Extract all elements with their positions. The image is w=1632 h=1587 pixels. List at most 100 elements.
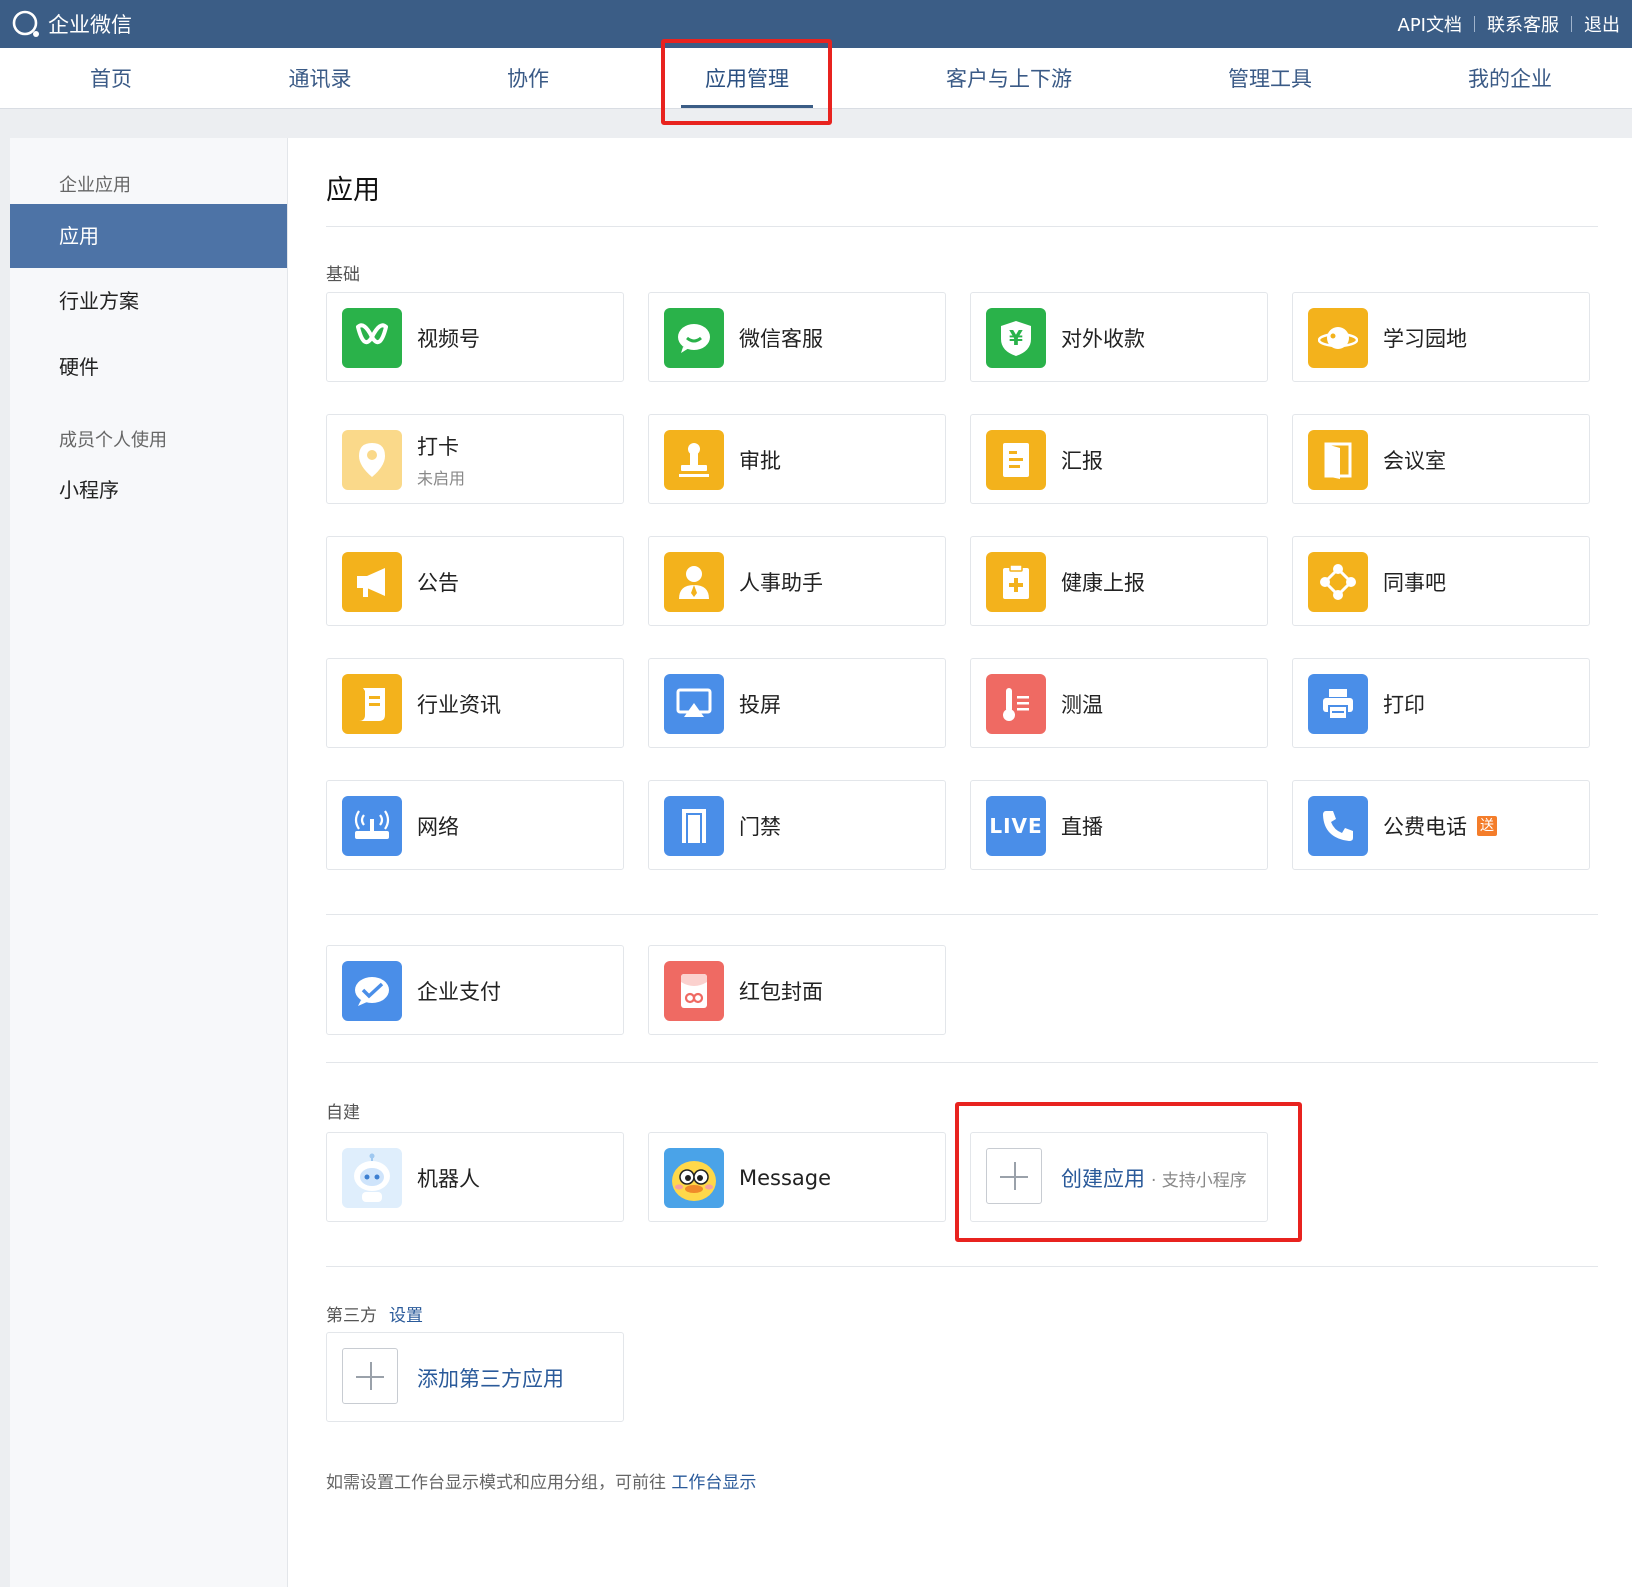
app-card-announcement[interactable]: 公告	[326, 536, 624, 626]
app-card-approval[interactable]: 审批	[648, 414, 946, 504]
wecom-logo-icon	[12, 10, 39, 37]
nav-collaboration[interactable]: 协作	[507, 48, 549, 108]
nav-management-tools[interactable]: 管理工具	[1228, 48, 1312, 108]
robot-icon	[342, 1148, 402, 1208]
app-name: 公费电话	[1383, 815, 1467, 839]
app-card-colleague-forum[interactable]: 同事吧	[1292, 536, 1590, 626]
app-card-industry-news[interactable]: 行业资讯	[326, 658, 624, 748]
red-envelope-icon	[664, 961, 724, 1021]
nav-my-enterprise[interactable]: 我的企业	[1468, 48, 1552, 108]
sidebar-item-label: 硬件	[59, 355, 99, 379]
nav-customers[interactable]: 客户与上下游	[946, 48, 1072, 108]
section-label-third-party: 第三方 设置	[326, 1301, 423, 1326]
sidebar-item-mini-programs[interactable]: 小程序	[10, 458, 287, 522]
printer-icon	[1308, 674, 1368, 734]
divider	[326, 226, 1598, 227]
app-card-checkin[interactable]: 打卡 未启用	[326, 414, 624, 504]
app-card-message[interactable]: Message	[648, 1132, 946, 1222]
third-party-settings-link[interactable]: 设置	[389, 1306, 423, 1326]
person-icon	[664, 552, 724, 612]
scroll-icon	[342, 674, 402, 734]
section-label-basic: 基础	[326, 265, 360, 285]
contact-support-link[interactable]: 联系客服	[1475, 11, 1571, 37]
app-name: 审批	[739, 449, 781, 473]
content-panel: 企业应用 应用 行业方案 硬件 成员个人使用 小程序 应用 基础 视频号 微信客…	[10, 138, 1632, 1587]
app-name: 公告	[417, 571, 459, 595]
app-card-access-control[interactable]: 门禁	[648, 780, 946, 870]
add-third-party-app-button[interactable]: 添加第三方应用	[326, 1332, 624, 1422]
app-name: Message	[739, 1166, 832, 1190]
app-name: 企业支付	[417, 980, 501, 1004]
app-card-health-report[interactable]: 健康上报	[970, 536, 1268, 626]
brand-logo[interactable]: 企业微信	[10, 8, 132, 40]
sidebar-group-enterprise-apps: 企业应用	[59, 175, 131, 196]
app-card-report[interactable]: 汇报	[970, 414, 1268, 504]
top-links: API文档 联系客服 退出	[1386, 0, 1632, 48]
app-name: 会议室	[1383, 449, 1446, 473]
app-name: 投屏	[739, 693, 781, 717]
app-card-red-envelope-cover[interactable]: 红包封面	[648, 945, 946, 1035]
note-text: 如需设置工作台显示模式和应用分组，可前往	[326, 1473, 666, 1493]
door-icon	[1308, 430, 1368, 490]
app-card-enterprise-pay[interactable]: 企业支付	[326, 945, 624, 1035]
logout-link[interactable]: 退出	[1572, 11, 1632, 37]
sidebar-item-industry-solutions[interactable]: 行业方案	[10, 269, 287, 333]
molecule-icon	[1308, 552, 1368, 612]
app-card-channels[interactable]: 视频号	[326, 292, 624, 382]
app-name: 汇报	[1061, 449, 1103, 473]
sidebar-item-label: 行业方案	[59, 289, 139, 313]
app-name: 同事吧	[1383, 571, 1446, 595]
location-pin-icon	[342, 430, 402, 490]
app-card-live[interactable]: LIVE 直播	[970, 780, 1268, 870]
app-card-network[interactable]: 网络	[326, 780, 624, 870]
app-name: 打卡	[417, 435, 459, 459]
api-docs-link[interactable]: API文档	[1386, 11, 1474, 37]
app-name: 行业资讯	[417, 693, 501, 717]
thermometer-icon	[986, 674, 1046, 734]
nav-home[interactable]: 首页	[90, 48, 132, 108]
stamp-icon	[664, 430, 724, 490]
highlight-box	[661, 39, 832, 125]
planet-icon	[1308, 308, 1368, 368]
clipboard-plus-icon	[986, 552, 1046, 612]
live-icon: LIVE	[986, 796, 1046, 856]
sidebar-item-apps[interactable]: 应用	[10, 204, 287, 268]
app-name: 机器人	[417, 1167, 480, 1191]
megaphone-icon	[342, 552, 402, 612]
app-card-wechat-service[interactable]: 微信客服	[648, 292, 946, 382]
third-party-label: 第三方	[326, 1306, 377, 1326]
airplay-icon	[664, 674, 724, 734]
sidebar-group-personal-use: 成员个人使用	[59, 430, 167, 451]
divider	[326, 1062, 1598, 1063]
gift-badge: 送	[1477, 816, 1497, 836]
app-card-learning[interactable]: 学习园地	[1292, 292, 1590, 382]
app-name: 学习园地	[1383, 327, 1467, 351]
channels-icon	[342, 308, 402, 368]
app-card-temperature[interactable]: 测温	[970, 658, 1268, 748]
app-name: 测温	[1061, 693, 1103, 717]
nav-contacts[interactable]: 通讯录	[289, 48, 352, 108]
app-name: 打印	[1383, 693, 1425, 717]
page-title: 应用	[326, 175, 380, 206]
app-name: 门禁	[739, 815, 781, 839]
sidebar-item-label: 应用	[59, 224, 99, 248]
sidebar: 企业应用 应用 行业方案 硬件 成员个人使用 小程序	[10, 138, 288, 1587]
app-card-public-phone[interactable]: 公费电话 送	[1292, 780, 1590, 870]
sidebar-item-hardware[interactable]: 硬件	[10, 335, 287, 399]
workspace-display-link[interactable]: 工作台显示	[671, 1473, 756, 1493]
app-card-print[interactable]: 打印	[1292, 658, 1590, 748]
app-card-meeting-room[interactable]: 会议室	[1292, 414, 1590, 504]
app-card-external-payment[interactable]: ¥ 对外收款	[970, 292, 1268, 382]
app-name: 网络	[417, 815, 459, 839]
app-name: 微信客服	[739, 327, 823, 351]
app-name: 视频号	[417, 327, 480, 351]
app-status: 未启用	[417, 469, 466, 488]
app-card-robot[interactable]: 机器人	[326, 1132, 624, 1222]
app-card-screen-cast[interactable]: 投屏	[648, 658, 946, 748]
app-name: 人事助手	[739, 571, 823, 595]
divider	[326, 1266, 1598, 1267]
app-card-hr-assistant[interactable]: 人事助手	[648, 536, 946, 626]
sidebar-item-label: 小程序	[59, 478, 119, 502]
yuan-shield-icon: ¥	[986, 308, 1046, 368]
app-name: 红包封面	[739, 980, 823, 1004]
